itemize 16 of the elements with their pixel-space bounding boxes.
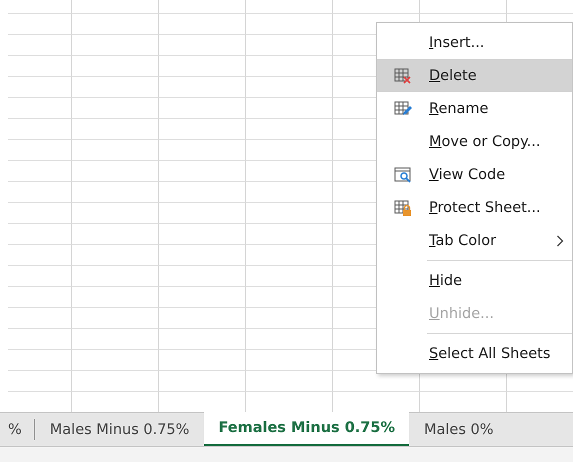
grid-x-icon — [394, 66, 412, 84]
sheet-tab[interactable]: % — [8, 413, 34, 446]
grid-lock-icon — [394, 198, 412, 216]
menu-item[interactable]: Insert... — [377, 26, 572, 59]
menu-item[interactable]: Delete — [377, 59, 572, 92]
sheet-tab[interactable]: Females Minus 0.75% — [204, 412, 409, 446]
menu-item[interactable]: View Code — [377, 158, 572, 191]
sheet-tab[interactable]: Males 0% — [409, 413, 509, 446]
chevron-right-icon — [556, 234, 564, 246]
menu-item[interactable]: Move or Copy... — [377, 125, 572, 158]
menu-item[interactable]: Tab Color — [377, 224, 572, 257]
menu-item[interactable]: Rename — [377, 92, 572, 125]
sheet-tab[interactable]: Males Minus 0.75% — [34, 413, 204, 446]
menu-item[interactable]: Protect Sheet... — [377, 191, 572, 224]
window-magnifier-icon — [394, 166, 412, 184]
grid-pencil-icon — [394, 100, 412, 118]
